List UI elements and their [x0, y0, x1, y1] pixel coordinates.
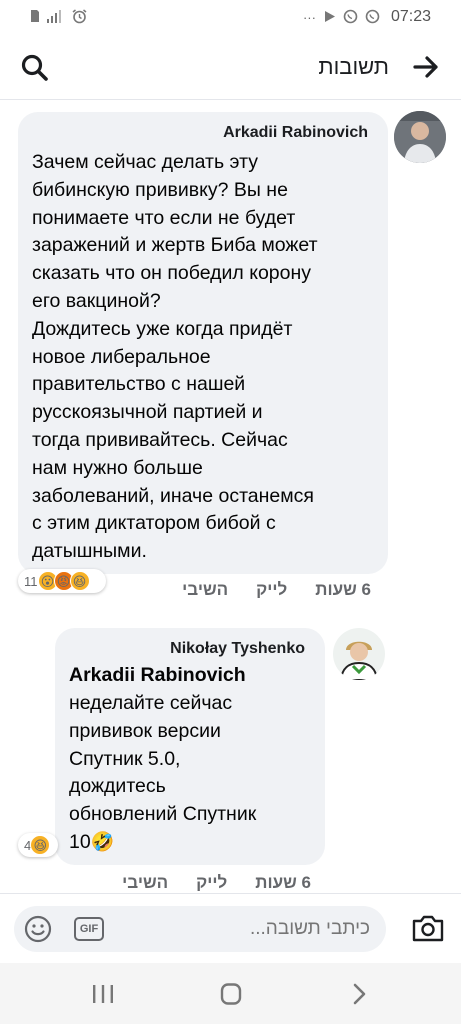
reply-button[interactable]: השיבי	[182, 580, 228, 600]
system-nav-bar	[0, 963, 461, 1024]
back-nav-button[interactable]	[344, 981, 374, 1007]
status-bar: ··· 07:23	[0, 0, 461, 34]
avatar[interactable]	[394, 111, 446, 163]
comment-bubble[interactable]: Arkadii Rabinovich Зачем сейчас делать э…	[18, 112, 388, 574]
sim-icon	[30, 9, 40, 25]
comment-text: Зачем сейчас делать эту бибинскую привив…	[32, 151, 318, 563]
gif-button[interactable]: GIF	[74, 917, 104, 941]
haha-reaction-icon: 😆	[69, 571, 90, 591]
comment-time[interactable]: 6 שעות	[255, 873, 311, 893]
emoji-button[interactable]	[24, 915, 52, 943]
back-button[interactable]	[411, 52, 441, 82]
camera-icon	[412, 915, 444, 942]
status-time: 07:23	[390, 8, 431, 25]
header: תשובות	[0, 34, 461, 100]
like-button[interactable]: לייק	[196, 873, 227, 893]
home-icon	[220, 983, 242, 1005]
comment-actions: 6 שעות לייק השיבי	[182, 580, 371, 600]
reply-composer: GIF	[0, 893, 461, 963]
page-title: תשובות	[318, 54, 389, 79]
search-icon	[21, 54, 48, 81]
signal-icon	[47, 9, 65, 25]
haha-reaction-icon: 😆	[30, 835, 51, 855]
avatar[interactable]	[333, 628, 385, 680]
reply-input[interactable]	[190, 918, 370, 940]
camera-button[interactable]	[411, 912, 445, 944]
like-button[interactable]: לייק	[256, 580, 287, 600]
status-left-icons	[30, 8, 87, 26]
status-right-icons: ··· 07:23	[303, 8, 431, 26]
comment-author[interactable]: Arkadii Rabinovich	[223, 124, 368, 142]
more-icon: ···	[302, 9, 316, 25]
comment-actions: 6 שעות לייק השיבי	[122, 873, 311, 893]
comment-bubble[interactable]: Nikołay Tyshenko Arkadii Rabinovich неде…	[55, 628, 325, 865]
reaction-summary[interactable]: 4 😆	[18, 833, 58, 857]
recent-apps-button[interactable]	[88, 981, 118, 1007]
whatsapp-icon	[343, 9, 358, 26]
reaction-count: 11	[24, 573, 38, 589]
arrow-right-icon	[413, 56, 438, 78]
smiley-icon	[24, 915, 52, 943]
whatsapp-icon	[365, 9, 380, 26]
comment-time[interactable]: 6 שעות	[315, 580, 371, 600]
mention-link[interactable]: Arkadii Rabinovich	[69, 662, 319, 690]
play-icon	[323, 10, 336, 25]
recents-icon	[93, 985, 113, 1003]
comment-text: неделайте сейчас прививок версии Спутник…	[69, 692, 257, 853]
reaction-summary[interactable]: 11 😮 😡 😆	[18, 569, 106, 593]
reply-input-container[interactable]: GIF	[14, 906, 386, 952]
comment-text-container: неделайте сейчас прививок версии Спутник…	[69, 690, 319, 857]
reply-button[interactable]: השיבי	[122, 873, 168, 893]
comment-author[interactable]: Nikołay Tyshenko	[170, 640, 305, 658]
rofl-emoji-icon: 🤣	[90, 831, 115, 853]
alarm-icon	[72, 8, 87, 26]
chevron-right-icon	[353, 983, 366, 1005]
home-button[interactable]	[216, 981, 246, 1007]
search-button[interactable]	[20, 53, 50, 83]
